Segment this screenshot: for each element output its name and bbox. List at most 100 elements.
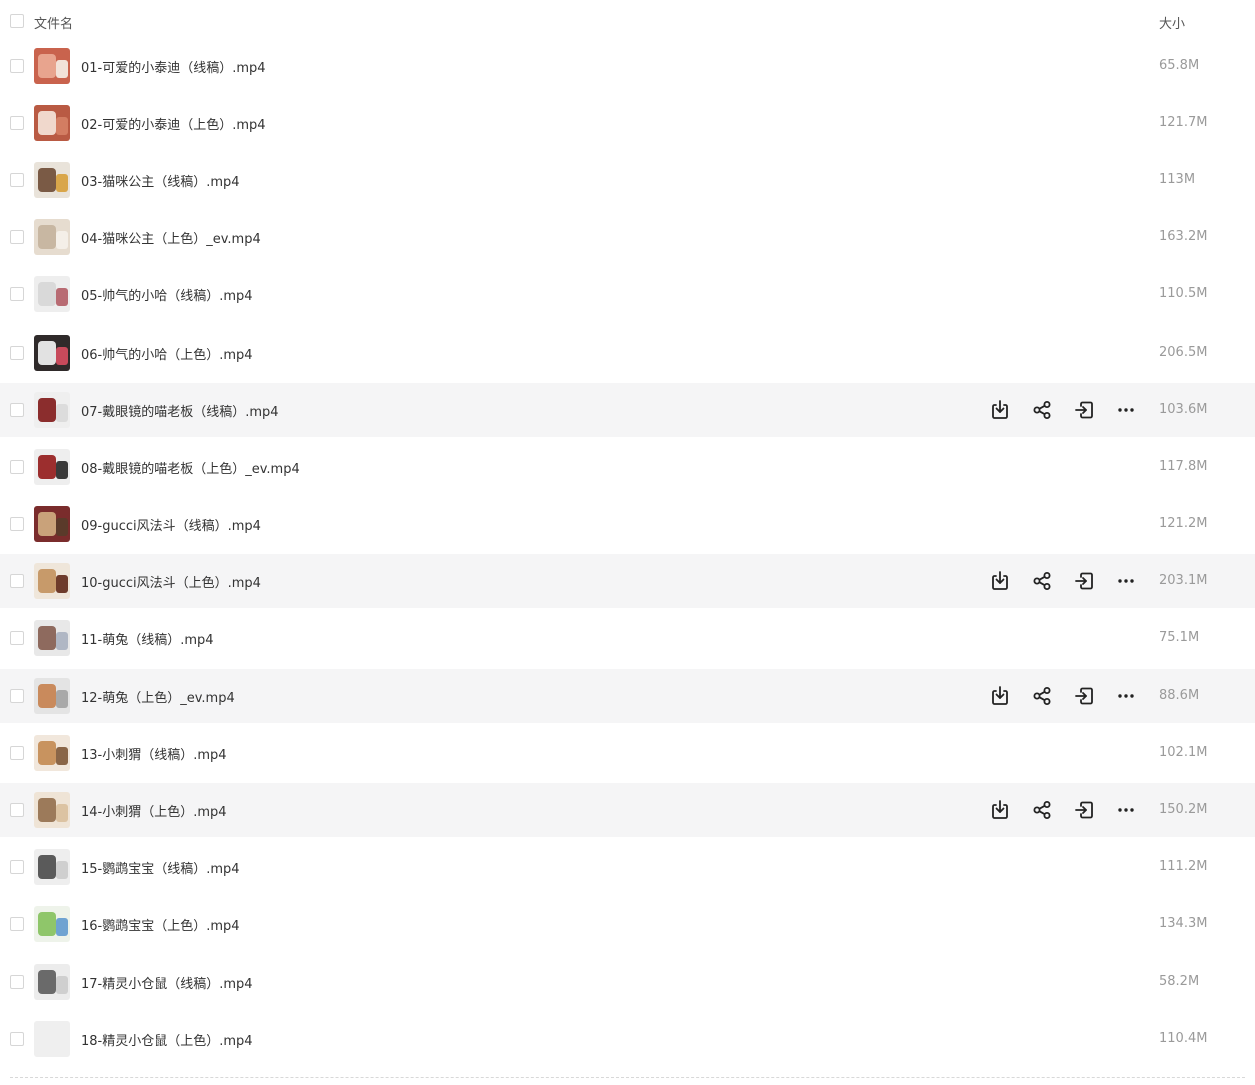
video-thumbnail[interactable] (34, 506, 70, 542)
file-row[interactable]: 13-小刺猬（线稿）.mp4 102.1M (0, 726, 1255, 780)
video-thumbnail[interactable] (34, 792, 70, 828)
more-icon[interactable] (1114, 684, 1138, 708)
file-checkbox[interactable] (10, 173, 24, 187)
file-checkbox[interactable] (10, 1032, 24, 1046)
file-name[interactable]: 17-精灵小仓鼠（线稿）.mp4 (81, 973, 253, 992)
file-checkbox[interactable] (10, 917, 24, 931)
file-size: 150.2M (1159, 802, 1208, 817)
file-size: 58.2M (1159, 974, 1200, 989)
video-thumbnail[interactable] (34, 276, 70, 312)
file-size: 203.1M (1159, 573, 1208, 588)
file-row[interactable]: 04-猫咪公主（上色）_ev.mp4 163.2M (0, 210, 1255, 264)
move-icon[interactable] (1072, 684, 1096, 708)
file-checkbox[interactable] (10, 574, 24, 588)
file-name[interactable]: 07-戴眼镜的喵老板（线稿）.mp4 (81, 401, 279, 420)
file-name[interactable]: 14-小刺猬（上色）.mp4 (81, 801, 227, 820)
file-name[interactable]: 11-萌兔（线稿）.mp4 (81, 629, 214, 648)
file-name[interactable]: 15-鹦鹉宝宝（线稿）.mp4 (81, 858, 240, 877)
file-row[interactable]: 14-小刺猬（上色）.mp4 150.2M (0, 783, 1255, 837)
file-name[interactable]: 08-戴眼镜的喵老板（上色）_ev.mp4 (81, 458, 300, 477)
move-icon[interactable] (1072, 569, 1096, 593)
file-name[interactable]: 04-猫咪公主（上色）_ev.mp4 (81, 228, 261, 247)
file-name[interactable]: 12-萌兔（上色）_ev.mp4 (81, 687, 235, 706)
column-header-name[interactable]: 文件名 (34, 13, 73, 32)
file-checkbox[interactable] (10, 803, 24, 817)
file-row[interactable]: 08-戴眼镜的喵老板（上色）_ev.mp4 117.8M (0, 440, 1255, 494)
file-checkbox[interactable] (10, 116, 24, 130)
share-icon[interactable] (1030, 798, 1054, 822)
video-thumbnail[interactable] (34, 162, 70, 198)
file-checkbox[interactable] (10, 517, 24, 531)
file-row[interactable]: 11-萌兔（线稿）.mp4 75.1M (0, 611, 1255, 665)
file-name[interactable]: 16-鹦鹉宝宝（上色）.mp4 (81, 915, 240, 934)
file-name[interactable]: 13-小刺猬（线稿）.mp4 (81, 744, 227, 763)
file-checkbox[interactable] (10, 460, 24, 474)
video-thumbnail[interactable] (34, 105, 70, 141)
download-icon[interactable] (988, 684, 1012, 708)
file-row[interactable]: 06-帅气的小哈（上色）.mp4 206.5M (0, 326, 1255, 380)
share-icon[interactable] (1030, 684, 1054, 708)
file-row[interactable]: 05-帅气的小哈（线稿）.mp4 110.5M (0, 267, 1255, 321)
video-thumbnail[interactable] (34, 392, 70, 428)
video-thumbnail[interactable] (34, 906, 70, 942)
file-checkbox[interactable] (10, 230, 24, 244)
video-thumbnail[interactable] (34, 219, 70, 255)
file-row[interactable]: 10-gucci风法斗（上色）.mp4 203.1M (0, 554, 1255, 608)
file-checkbox[interactable] (10, 746, 24, 760)
file-row[interactable]: 17-精灵小仓鼠（线稿）.mp4 58.2M (0, 955, 1255, 1009)
video-thumbnail[interactable] (34, 449, 70, 485)
move-icon[interactable] (1072, 398, 1096, 422)
more-icon[interactable] (1114, 569, 1138, 593)
file-row[interactable]: 18-精灵小仓鼠（上色）.mp4 110.4M (0, 1012, 1255, 1066)
file-row[interactable]: 15-鹦鹉宝宝（线稿）.mp4 111.2M (0, 840, 1255, 894)
file-name[interactable]: 09-gucci风法斗（线稿）.mp4 (81, 515, 261, 534)
file-name[interactable]: 05-帅气的小哈（线稿）.mp4 (81, 285, 253, 304)
file-row[interactable]: 01-可爱的小泰迪（线稿）.mp4 65.8M (0, 39, 1255, 93)
file-name[interactable]: 06-帅气的小哈（上色）.mp4 (81, 344, 253, 363)
file-name[interactable]: 03-猫咪公主（线稿）.mp4 (81, 171, 240, 190)
move-icon[interactable] (1072, 798, 1096, 822)
more-icon[interactable] (1114, 398, 1138, 422)
video-thumbnail[interactable] (34, 735, 70, 771)
video-thumbnail[interactable] (34, 964, 70, 1000)
file-name[interactable]: 18-精灵小仓鼠（上色）.mp4 (81, 1030, 253, 1049)
file-checkbox[interactable] (10, 287, 24, 301)
video-thumbnail[interactable] (34, 48, 70, 84)
share-icon[interactable] (1030, 569, 1054, 593)
file-size: 111.2M (1159, 859, 1208, 874)
file-row[interactable]: 12-萌兔（上色）_ev.mp4 88.6M (0, 669, 1255, 723)
file-checkbox[interactable] (10, 59, 24, 73)
download-icon[interactable] (988, 569, 1012, 593)
file-row[interactable]: 07-戴眼镜的喵老板（线稿）.mp4 103.6M (0, 383, 1255, 437)
file-row[interactable]: 02-可爱的小泰迪（上色）.mp4 121.7M (0, 96, 1255, 150)
file-list-header: 文件名 大小 (0, 0, 1255, 44)
list-divider (10, 1077, 1245, 1078)
file-checkbox[interactable] (10, 860, 24, 874)
file-checkbox[interactable] (10, 403, 24, 417)
download-icon[interactable] (988, 798, 1012, 822)
video-thumbnail[interactable] (34, 849, 70, 885)
file-row[interactable]: 16-鹦鹉宝宝（上色）.mp4 134.3M (0, 897, 1255, 951)
video-thumbnail[interactable] (34, 335, 70, 371)
select-all-checkbox[interactable] (10, 14, 24, 28)
file-name[interactable]: 02-可爱的小泰迪（上色）.mp4 (81, 114, 266, 133)
video-thumbnail[interactable] (34, 678, 70, 714)
share-icon[interactable] (1030, 398, 1054, 422)
file-checkbox[interactable] (10, 631, 24, 645)
column-header-size[interactable]: 大小 (1159, 13, 1185, 32)
file-row[interactable]: 09-gucci风法斗（线稿）.mp4 121.2M (0, 497, 1255, 551)
video-thumbnail[interactable] (34, 1021, 70, 1057)
file-size: 102.1M (1159, 745, 1208, 760)
file-size: 134.3M (1159, 916, 1208, 931)
file-name[interactable]: 01-可爱的小泰迪（线稿）.mp4 (81, 57, 266, 76)
file-row[interactable]: 03-猫咪公主（线稿）.mp4 113M (0, 153, 1255, 207)
file-checkbox[interactable] (10, 346, 24, 360)
file-checkbox[interactable] (10, 975, 24, 989)
file-checkbox[interactable] (10, 689, 24, 703)
download-icon[interactable] (988, 398, 1012, 422)
video-thumbnail[interactable] (34, 563, 70, 599)
file-name[interactable]: 10-gucci风法斗（上色）.mp4 (81, 572, 261, 591)
file-size: 121.7M (1159, 115, 1208, 130)
video-thumbnail[interactable] (34, 620, 70, 656)
more-icon[interactable] (1114, 798, 1138, 822)
